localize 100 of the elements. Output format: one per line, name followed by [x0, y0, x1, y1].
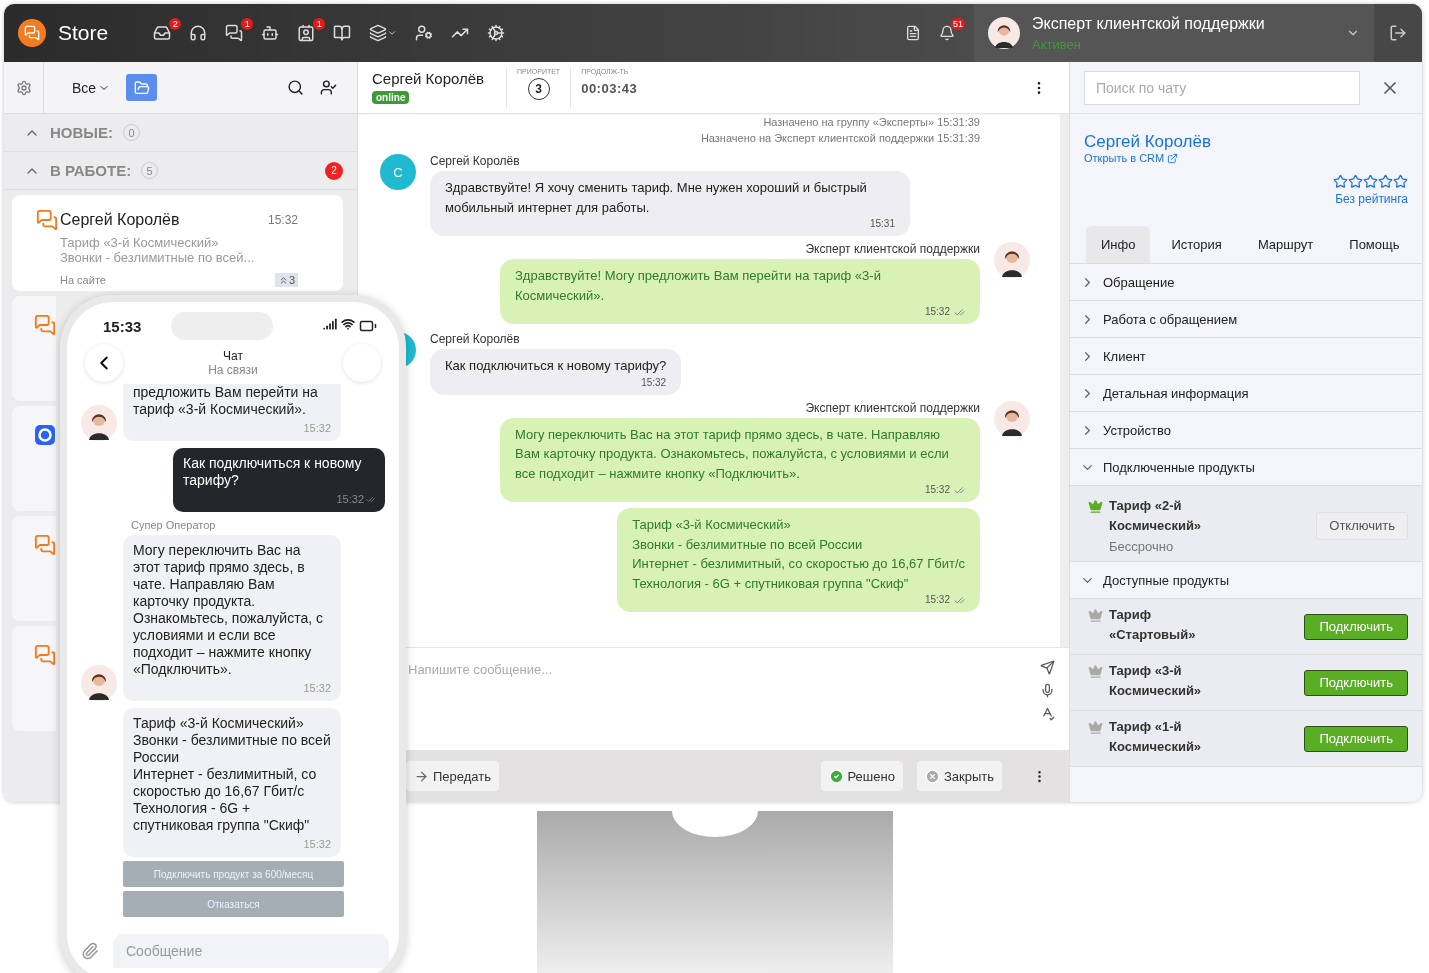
read-ticks-icon [366, 495, 375, 504]
chat-search-field[interactable]: Поиск по чату [1084, 70, 1360, 105]
spellcheck-icon[interactable] [1040, 706, 1055, 721]
star-icon[interactable] [1363, 174, 1378, 189]
count-badge: 1 [313, 18, 326, 30]
contacts-button[interactable]: 1 [288, 16, 325, 50]
disconnect-button[interactable]: Отключить [1316, 511, 1408, 540]
wifi-icon [341, 317, 355, 331]
product-name: Тариф «3-й Космический» [1109, 662, 1203, 700]
accordion-label: Доступные продукты [1103, 572, 1230, 588]
chat-icon [34, 314, 56, 336]
accordion-label: Детальная информация [1103, 385, 1249, 401]
priority-chip: 3 [274, 273, 298, 287]
chat-time: 15:32 [267, 213, 298, 227]
message-time: 15:32 [924, 305, 950, 319]
accordion-label: Подключенные продукты [1103, 459, 1255, 475]
inbox-icon [153, 24, 172, 42]
resolve-button[interactable]: Решено [820, 761, 903, 791]
user-check-icon [320, 79, 337, 96]
user-panel[interactable]: Эксперт клиентской поддержки Активен [974, 4, 1374, 62]
info-tab[interactable]: Помощь [1334, 226, 1415, 263]
message-time: 15:31 [869, 217, 895, 231]
star-icon[interactable] [1348, 174, 1363, 189]
duration-value: 00:03:43 [581, 80, 638, 96]
message-bubble: Могу переключить Вас на этот тариф прямо здесь, в чате. Направляю Вам карточку продукта. Ознакомьтесь, пожалуйста, с условиями и если все подходит – нажмите кнопку «Подключить». 15:32 [500, 417, 980, 502]
star-icon[interactable] [1333, 174, 1348, 189]
crown-icon [1088, 608, 1103, 623]
gears-icon [487, 24, 506, 42]
client-name-link[interactable]: Сергей Королёв [1084, 132, 1211, 152]
star-icon[interactable] [1393, 174, 1408, 189]
chat-preview: Тариф «3-й Космический» Звонки - безлимитные по всей... [60, 235, 256, 265]
chat-card[interactable] [12, 406, 56, 511]
user-gear-icon [415, 24, 434, 42]
message-time: 15:32 [924, 483, 950, 497]
message-author: Эксперт клиентской поддержки [805, 242, 980, 256]
attach-icon[interactable] [81, 942, 99, 960]
info-tab[interactable]: Маршрут [1242, 226, 1329, 263]
contact-avatar: С [380, 154, 416, 190]
product-name: Тариф «2-й Космический» [1109, 497, 1203, 535]
crm-link[interactable]: Открыть в CRM [1084, 152, 1179, 164]
unread-badge: 2 [325, 161, 343, 180]
microphone-icon[interactable] [1040, 683, 1055, 698]
accordion-label: Клиент [1103, 348, 1146, 364]
sender-caption: Супер Оператор [131, 519, 217, 531]
close-chat-button[interactable]: Закрыть [916, 761, 1002, 791]
accordion-label: Работа с обращением [1103, 311, 1238, 327]
transfer-button[interactable]: Передать [406, 761, 499, 791]
chat-icon [36, 209, 58, 231]
back-button[interactable] [85, 344, 123, 382]
product-note: Бессрочно [1109, 539, 1175, 554]
avatar-icon [988, 17, 1020, 49]
message-author: Сергей Королёв [430, 332, 520, 346]
logout-button[interactable] [1374, 4, 1422, 62]
avatar-icon [994, 400, 1030, 437]
search-icon [287, 79, 304, 96]
robot-icon [261, 24, 280, 42]
chats-button[interactable]: 1 [216, 16, 253, 50]
message-bubble: Тариф «3-й Космический» Звонки - безлимитные по всей России Интернет - безлимитный, со скоростью до 16,67 Гбит/с Технология - 6G + спутниковая группа "Скиф" 15:32 [617, 508, 980, 612]
settings-icon[interactable] [15, 79, 32, 96]
message-author: Эксперт клиентской поддержки [805, 400, 980, 415]
count-badge: 51 [951, 18, 965, 30]
chat-icon [34, 644, 56, 666]
avatar-icon [994, 242, 1030, 278]
message-time: 15:32 [303, 421, 331, 436]
rating-stars[interactable] [1333, 174, 1408, 189]
product-name: Тариф «Стартовый» [1109, 606, 1197, 644]
phone-message-field[interactable]: Сообщение [113, 934, 389, 968]
message-time: 15:32 [336, 492, 364, 507]
folder-button[interactable] [126, 74, 158, 101]
book-icon [333, 24, 352, 42]
inbox-button[interactable]: 2 [144, 16, 181, 50]
message-author: Сергей Королёв [430, 154, 520, 168]
accordion-label: Устройство [1103, 422, 1171, 438]
message-bubble: Как подключиться к новому тарифу? 15:32 [430, 349, 682, 395]
signal-icon [323, 317, 337, 331]
app-name: Store [58, 21, 109, 45]
rating-label: Без рейтинга [1335, 192, 1408, 206]
crown-icon [1088, 499, 1103, 514]
chat-card[interactable]: Сергей Королёв 15:32 Тариф «3-й Космический» Звонки - безлимитные по всей... На сайте 3 [12, 195, 343, 291]
bell-icon [939, 25, 955, 41]
message-bubble: Как подключиться к новому тарифу? 15:32 [173, 448, 385, 512]
external-link-icon [1167, 152, 1179, 164]
phone-clock: 15:33 [103, 317, 142, 335]
info-tab[interactable]: История [1156, 226, 1237, 263]
message-bubble: Здравствуйте! Могу предложить Вам перейти на тариф «3-й Космический». 15:32 [500, 259, 980, 324]
message-time: 15:32 [303, 837, 331, 852]
message-time: 15:32 [924, 593, 950, 607]
notifications-button[interactable]: 51 [930, 16, 964, 50]
chat-bubbles-icon [225, 24, 244, 42]
messenger-icon [34, 424, 56, 446]
message-bubble: Здравствуйте! Я хочу сменить тариф. Мне нужен хороший и быстрый мобильный интернет для работы. 15:31 [430, 171, 910, 236]
count-badge: 2 [169, 18, 182, 30]
send-icon[interactable] [1040, 660, 1055, 675]
info-tab[interactable]: Инфо [1086, 226, 1151, 263]
phone-chat-status: На связи [208, 363, 258, 377]
arrow-right-icon [414, 768, 429, 784]
document-icon [905, 25, 921, 41]
crown-icon [1088, 720, 1103, 735]
filter-dropdown[interactable]: Все [66, 78, 117, 97]
star-icon[interactable] [1378, 174, 1393, 189]
